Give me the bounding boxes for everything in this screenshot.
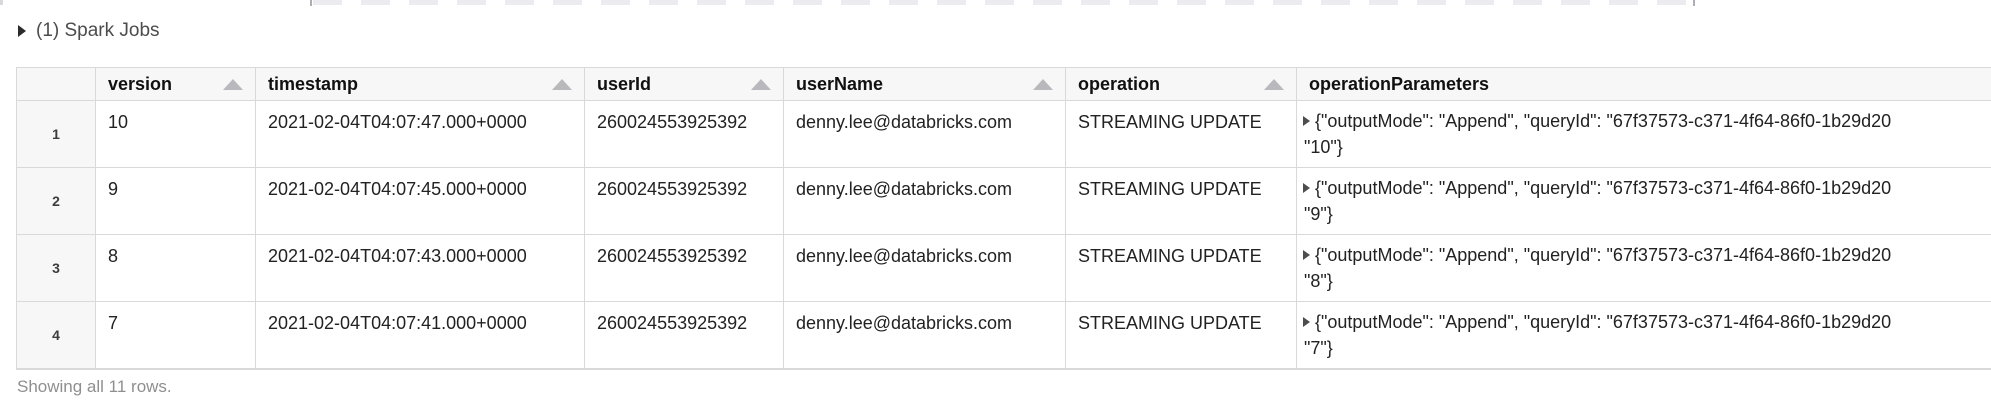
column-header-operation[interactable]: operation xyxy=(1066,68,1297,101)
row-number: 4 xyxy=(17,302,96,369)
spark-jobs-toggle[interactable]: (1) Spark Jobs xyxy=(18,19,160,43)
cell-operation xyxy=(1066,369,1297,371)
cell-version xyxy=(96,369,256,371)
sort-asc-icon[interactable] xyxy=(552,79,572,90)
column-header-version[interactable]: version xyxy=(96,68,256,101)
cell-userid: 260024553925392 xyxy=(585,101,784,168)
table-row-clipped xyxy=(17,369,1991,371)
cell-operationparameters xyxy=(1297,369,1991,371)
row-number: 2 xyxy=(17,168,96,235)
cell-userid: 260024553925392 xyxy=(585,235,784,302)
opparams-json-line2: "7"} xyxy=(1303,335,1991,361)
table-row: 2 9 2021-02-04T04:07:45.000+0000 2600245… xyxy=(17,168,1991,235)
cell-userid: 260024553925392 xyxy=(585,302,784,369)
cell-username xyxy=(784,369,1066,371)
clipped-top-strip xyxy=(0,0,1991,5)
cell-operationparameters: {"outputMode": "Append", "queryId": "67f… xyxy=(1297,302,1991,369)
strip-dashed-pattern xyxy=(313,0,1692,5)
sort-asc-icon[interactable] xyxy=(1033,79,1053,90)
sort-asc-icon[interactable] xyxy=(751,79,771,90)
expand-json-icon[interactable] xyxy=(1303,116,1310,126)
cell-operationparameters: {"outputMode": "Append", "queryId": "67f… xyxy=(1297,235,1991,302)
opparams-json-line2: "10"} xyxy=(1303,134,1991,160)
row-count-status: Showing all 11 rows. xyxy=(17,377,172,397)
cell-operation: STREAMING UPDATE xyxy=(1066,101,1297,168)
cell-username: denny.lee@databricks.com xyxy=(784,302,1066,369)
cell-operationparameters: {"outputMode": "Append", "queryId": "67f… xyxy=(1297,168,1991,235)
opparams-json-line2: "8"} xyxy=(1303,268,1991,294)
cell-username: denny.lee@databricks.com xyxy=(784,101,1066,168)
row-number: 1 xyxy=(17,101,96,168)
cell-operation: STREAMING UPDATE xyxy=(1066,235,1297,302)
cell-username: denny.lee@databricks.com xyxy=(784,168,1066,235)
results-table-container[interactable]: version timestamp userId xyxy=(16,67,1991,370)
row-number: 3 xyxy=(17,235,96,302)
row-number xyxy=(17,369,96,371)
expand-json-icon[interactable] xyxy=(1303,250,1310,260)
column-header-username[interactable]: userName xyxy=(784,68,1066,101)
expand-json-icon[interactable] xyxy=(1303,183,1310,193)
strip-corner-mark xyxy=(0,0,3,5)
cell-version: 10 xyxy=(96,101,256,168)
cell-version: 9 xyxy=(96,168,256,235)
sort-asc-icon[interactable] xyxy=(1264,79,1284,90)
cell-operation: STREAMING UPDATE xyxy=(1066,168,1297,235)
cell-version: 7 xyxy=(96,302,256,369)
table-row: 1 10 2021-02-04T04:07:47.000+0000 260024… xyxy=(17,101,1991,168)
cell-userid: 260024553925392 xyxy=(585,168,784,235)
spark-jobs-label: (1) Spark Jobs xyxy=(36,20,160,42)
table-row: 4 7 2021-02-04T04:07:41.000+0000 2600245… xyxy=(17,302,1991,369)
header-row: version timestamp userId xyxy=(17,68,1991,101)
results-table: version timestamp userId xyxy=(16,67,1991,370)
cell-userid xyxy=(585,369,784,371)
cell-timestamp: 2021-02-04T04:07:43.000+0000 xyxy=(256,235,585,302)
cell-timestamp: 2021-02-04T04:07:41.000+0000 xyxy=(256,302,585,369)
column-header-operationparameters[interactable]: operationParameters xyxy=(1297,68,1991,101)
cell-timestamp: 2021-02-04T04:07:47.000+0000 xyxy=(256,101,585,168)
table-row: 3 8 2021-02-04T04:07:43.000+0000 2600245… xyxy=(17,235,1991,302)
opparams-json-line1: {"outputMode": "Append", "queryId": "67f… xyxy=(1315,309,1891,335)
collapse-arrow-icon[interactable] xyxy=(18,25,26,37)
column-header-timestamp[interactable]: timestamp xyxy=(256,68,585,101)
sort-asc-icon[interactable] xyxy=(223,79,243,90)
cell-version: 8 xyxy=(96,235,256,302)
row-number-header xyxy=(17,68,96,101)
cell-operation: STREAMING UPDATE xyxy=(1066,302,1297,369)
opparams-json-line2: "9"} xyxy=(1303,201,1991,227)
cell-timestamp: 2021-02-04T04:07:45.000+0000 xyxy=(256,168,585,235)
cell-operationparameters: {"outputMode": "Append", "queryId": "67f… xyxy=(1297,101,1991,168)
opparams-json-line1: {"outputMode": "Append", "queryId": "67f… xyxy=(1315,175,1891,201)
strip-right-tick xyxy=(1693,0,1695,6)
opparams-json-line1: {"outputMode": "Append", "queryId": "67f… xyxy=(1315,108,1891,134)
cell-username: denny.lee@databricks.com xyxy=(784,235,1066,302)
opparams-json-line1: {"outputMode": "Append", "queryId": "67f… xyxy=(1315,242,1891,268)
expand-json-icon[interactable] xyxy=(1303,317,1310,327)
cell-timestamp xyxy=(256,369,585,371)
column-header-userid[interactable]: userId xyxy=(585,68,784,101)
strip-left-tick xyxy=(310,0,312,6)
